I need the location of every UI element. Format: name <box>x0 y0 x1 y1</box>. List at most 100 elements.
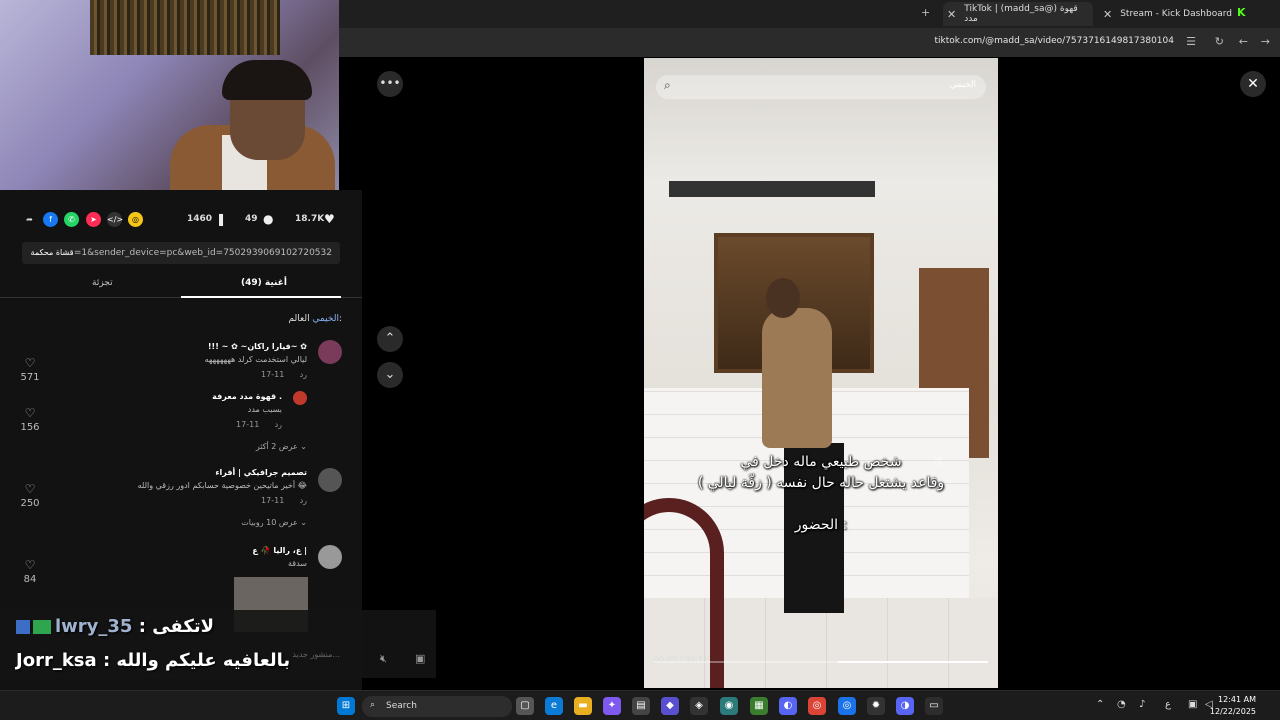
close-icon[interactable]: ✕ <box>1103 8 1112 21</box>
comment-user[interactable]: !!! ~ ✿ ~فيارا راكان~ ✿ <box>205 342 307 351</box>
world-line: الخيمي العالم: <box>289 314 342 324</box>
avatar[interactable] <box>318 545 342 569</box>
more-icon: ••• <box>379 76 401 90</box>
heart-outline-icon: ♡ <box>24 558 36 572</box>
avatar[interactable] <box>318 468 342 492</box>
taskbar-search[interactable]: ⌕ Search <box>362 696 512 717</box>
next-video-button[interactable]: ⌄ <box>377 362 403 388</box>
chrome-icon[interactable]: ◎ <box>838 697 856 715</box>
like-count: 250 <box>20 498 40 509</box>
bookmark-icon[interactable]: ❚ <box>216 212 226 226</box>
network-icon[interactable]: ▣ <box>1188 699 1197 710</box>
mute-icon[interactable]: 🔇︎ <box>380 652 387 666</box>
close-icon: ✕ <box>1247 76 1259 92</box>
caption-line: شخص طبيعي ماله دخل في <box>740 454 902 470</box>
microphone-icon[interactable]: ♪ <box>1139 699 1145 710</box>
saves-count: 49 <box>245 214 258 224</box>
kick-logo-icon: K <box>1237 6 1246 19</box>
app-icon[interactable]: ◆ <box>661 697 679 715</box>
reply-link[interactable]: رد <box>275 420 282 429</box>
folder-icon[interactable]: ▬ <box>574 697 592 715</box>
search-icon[interactable]: ⌕ <box>664 78 671 93</box>
chevron-down-icon: ⌄ <box>300 442 307 451</box>
comment-user[interactable]: تصميم جرافيكي | أفراء <box>138 468 307 477</box>
edge-icon[interactable]: e <box>545 697 563 715</box>
share-arrow-icon[interactable]: ➦ <box>22 212 37 227</box>
person-torso <box>762 308 832 448</box>
tab-other[interactable]: تجزئة <box>92 278 113 288</box>
tab-comments[interactable]: (49) أغنية <box>241 278 287 288</box>
avatar[interactable] <box>318 340 342 364</box>
close-icon[interactable]: ✕ <box>947 8 956 21</box>
back-icon[interactable]: ← <box>1239 35 1248 48</box>
heart-icon[interactable]: ♥ <box>324 212 335 226</box>
copilot-icon[interactable]: ✦ <box>603 697 621 715</box>
like-button[interactable]: ♡ 250 <box>18 482 42 509</box>
view-more-replies[interactable]: عرض 10 روبيات ⌄ <box>241 518 307 527</box>
chat-text: : لاتكفى <box>138 616 215 637</box>
comment-input[interactable]: منشور جديد... <box>240 650 340 670</box>
reply-link[interactable]: رد <box>300 370 307 379</box>
like-button[interactable]: ♡ 84 <box>18 558 42 585</box>
tray-overflow-icon[interactable]: ⌃ <box>1096 699 1104 710</box>
previous-video-button[interactable]: ⌃ <box>377 326 403 352</box>
close-button[interactable]: ✕ <box>1240 71 1266 97</box>
person-head <box>766 278 800 318</box>
video-progress-bar[interactable] <box>654 661 988 663</box>
store-icon[interactable]: ▤ <box>632 697 650 715</box>
share-row: ➦ f ✆ ➤ </> ◎ 1460 ❚ 49 ● 18.7K ♥ <box>0 208 362 232</box>
comment-date: 11-17 <box>261 496 285 505</box>
tray-app-icon[interactable]: ◔ <box>1117 699 1126 710</box>
like-button[interactable]: ♡ 156 <box>18 406 42 433</box>
clock-date: 12/22/2025 <box>1209 707 1256 716</box>
minecraft-icon[interactable]: ▦ <box>750 697 768 715</box>
send-icon[interactable]: ➤ <box>86 212 101 227</box>
tab-tiktok[interactable]: ✕ TikTok | (madd_sa@) قهوة مدد <box>943 2 1093 26</box>
background-curtain <box>90 0 280 55</box>
task-view-icon[interactable]: ▢ <box>516 697 534 715</box>
start-icon[interactable]: ⊞ <box>337 697 355 715</box>
whatsapp-icon[interactable]: ✆ <box>64 212 79 227</box>
app-icon[interactable]: ▭ <box>925 697 943 715</box>
like-button[interactable]: ♡ 571 <box>18 356 42 383</box>
comment-date: 11-17 <box>261 370 285 379</box>
comment-user[interactable]: قهوة مدد معرفة . <box>212 392 282 401</box>
coin-icon[interactable]: ◎ <box>128 212 143 227</box>
world-name[interactable]: الخيمي <box>312 314 338 324</box>
chrome-icon[interactable]: ◎ <box>808 697 826 715</box>
app-icon[interactable]: ✹ <box>867 697 885 715</box>
discord-icon[interactable]: ◑ <box>896 697 914 715</box>
video-player[interactable]: ⌕ الخيمي شخص طبيعي ماله دخل في ( زفّة لي… <box>644 58 998 688</box>
url-text[interactable]: tiktok.com/@madd_sa/video/75737161498173… <box>935 36 1174 46</box>
search-query: الخيمي <box>949 80 976 90</box>
likes-count: 18.7K <box>295 214 325 224</box>
facebook-icon[interactable]: f <box>43 212 58 227</box>
more-options-button[interactable]: ••• <box>377 71 403 97</box>
reload-icon[interactable]: ↻ <box>1215 35 1224 48</box>
progress-fill <box>837 661 988 663</box>
language-icon[interactable]: ع <box>1165 699 1171 710</box>
share-count: 1460 <box>187 214 213 224</box>
pip-icon[interactable]: ▣ <box>415 652 425 665</box>
app-icon[interactable]: ◈ <box>690 697 708 715</box>
heart-outline-icon: ♡ <box>24 356 36 370</box>
comment-text: أخير ماتيحين خصوصية حسابكم ادور رزقي وال… <box>137 481 307 490</box>
video-search-bar[interactable]: ⌕ الخيمي <box>656 75 986 99</box>
discord-icon[interactable]: ◐ <box>779 697 797 715</box>
forward-icon[interactable]: → <box>1261 35 1270 48</box>
app-icon[interactable]: ◉ <box>720 697 738 715</box>
link-url[interactable]: ...=1&sender_device=pc&web_id=7502939069… <box>65 248 332 258</box>
comment-text: بسبب مدد <box>247 405 282 414</box>
avatar[interactable] <box>293 391 307 405</box>
comment-icon[interactable]: ● <box>263 212 273 226</box>
embed-icon[interactable]: </> <box>107 212 123 227</box>
clock-time: 12:41 AM <box>1218 695 1256 704</box>
taskbar-clock[interactable]: 12:41 AM 12/22/2025 <box>1210 694 1256 718</box>
reader-icon[interactable]: ☰ <box>1186 35 1196 48</box>
reply-link[interactable]: رد <box>300 496 307 505</box>
comment-text: ليالي استخدمت كرلد هههههههه <box>204 355 307 364</box>
new-tab-icon[interactable]: + <box>921 6 930 19</box>
view-more-replies[interactable]: عرض 2 أكثر ⌄ <box>256 442 307 451</box>
chat-message: lwry_35 : لاتكفى <box>16 616 214 637</box>
comment-user[interactable]: ع، راليا 🥀 ع | <box>252 546 307 555</box>
